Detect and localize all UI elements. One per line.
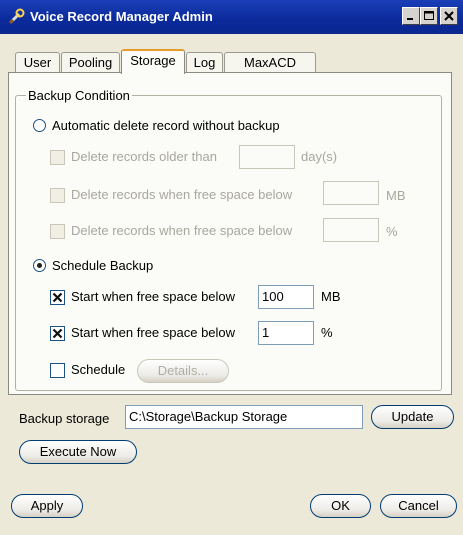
minimize-button[interactable] bbox=[402, 7, 420, 25]
execute-now-button[interactable]: Execute Now bbox=[19, 440, 137, 464]
auto-delete-radio[interactable] bbox=[33, 119, 46, 132]
tab-pooling-label: Pooling bbox=[68, 55, 113, 70]
start-percent-unit: % bbox=[321, 325, 333, 340]
apply-button[interactable]: Apply bbox=[11, 494, 83, 518]
delete-space-mb-input[interactable] bbox=[323, 181, 379, 205]
window-title: Voice Record Manager Admin bbox=[30, 9, 213, 24]
start-percent-checkbox[interactable] bbox=[50, 326, 65, 341]
close-icon bbox=[444, 11, 454, 21]
title-bar[interactable]: Voice Record Manager Admin bbox=[0, 0, 463, 34]
update-button[interactable]: Update bbox=[371, 405, 454, 429]
auto-delete-label: Automatic delete record without backup bbox=[52, 118, 280, 133]
delete-space-percent-label: Delete records when free space below bbox=[71, 223, 293, 238]
delete-space-mb-unit: MB bbox=[386, 188, 406, 203]
check-mark-icon bbox=[52, 292, 63, 303]
tab-pooling[interactable]: Pooling bbox=[61, 52, 120, 72]
delete-older-label: Delete records older than bbox=[71, 149, 217, 164]
tab-user[interactable]: User bbox=[15, 52, 60, 72]
tab-log-label: Log bbox=[193, 55, 216, 70]
backup-condition-title: Backup Condition bbox=[26, 88, 132, 103]
maximize-button[interactable] bbox=[420, 7, 438, 25]
maximize-icon bbox=[424, 11, 434, 20]
delete-space-percent-unit: % bbox=[386, 224, 398, 239]
tab-storage[interactable]: Storage bbox=[121, 49, 185, 74]
start-mb-input[interactable]: 100 bbox=[258, 285, 314, 309]
delete-space-mb-label: Delete records when free space below bbox=[71, 187, 293, 202]
delete-older-checkbox[interactable] bbox=[50, 150, 65, 165]
wrench-icon bbox=[8, 8, 26, 26]
tab-storage-label: Storage bbox=[130, 53, 176, 68]
backup-storage-path-input[interactable]: C:\Storage\Backup Storage bbox=[125, 405, 363, 429]
start-percent-label: Start when free space below bbox=[71, 325, 236, 340]
check-mark-icon bbox=[52, 328, 63, 339]
schedule-backup-radio[interactable] bbox=[33, 259, 46, 272]
delete-space-percent-checkbox[interactable] bbox=[50, 224, 65, 239]
backup-condition-group bbox=[15, 95, 442, 391]
tab-maxacd-label: MaxACD bbox=[243, 55, 296, 70]
tab-maxacd[interactable]: MaxACD bbox=[224, 52, 316, 72]
close-button[interactable] bbox=[440, 7, 458, 25]
start-mb-label: Start when free space below bbox=[71, 289, 236, 304]
start-mb-checkbox[interactable] bbox=[50, 290, 65, 305]
schedule-backup-label: Schedule Backup bbox=[52, 258, 154, 273]
delete-older-days-input[interactable] bbox=[239, 145, 295, 169]
delete-space-percent-input[interactable] bbox=[323, 218, 379, 242]
schedule-label: Schedule bbox=[71, 362, 126, 377]
start-mb-unit: MB bbox=[321, 289, 341, 304]
schedule-checkbox[interactable] bbox=[50, 363, 65, 378]
delete-older-unit: day(s) bbox=[301, 149, 338, 164]
dialog-window: Voice Record Manager Admin User Pooling … bbox=[0, 0, 463, 535]
tab-log[interactable]: Log bbox=[186, 52, 223, 72]
ok-button[interactable]: OK bbox=[310, 494, 371, 518]
cancel-button[interactable]: Cancel bbox=[380, 494, 457, 518]
details-button[interactable]: Details... bbox=[137, 359, 229, 383]
start-percent-input[interactable]: 1 bbox=[258, 321, 314, 345]
minimize-icon bbox=[407, 18, 413, 20]
backup-storage-label: Backup storage bbox=[19, 411, 110, 426]
tab-user-label: User bbox=[23, 55, 52, 70]
delete-space-mb-checkbox[interactable] bbox=[50, 188, 65, 203]
